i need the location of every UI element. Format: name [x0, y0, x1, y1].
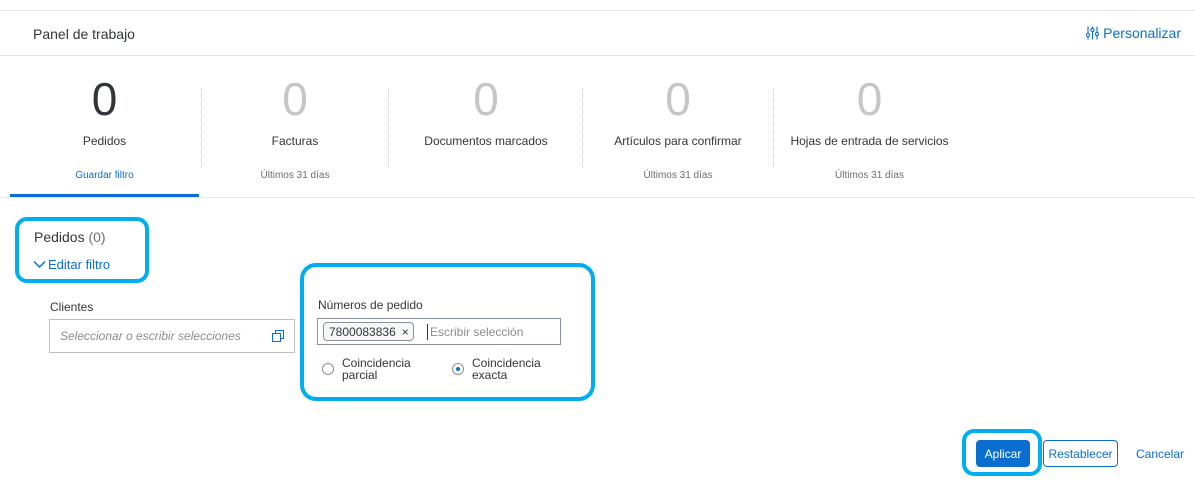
orders-label: Números de pedido: [318, 298, 423, 312]
order-token-value: 7800083836: [329, 325, 396, 339]
radio-exact-match[interactable]: Coincidencia exacta: [452, 357, 542, 381]
tile-label: Pedidos: [82, 134, 127, 148]
tile-label: Facturas: [271, 134, 319, 148]
tile-label: Artículos para confirmar: [614, 134, 742, 148]
section-title-text: Pedidos: [34, 229, 85, 245]
apply-button[interactable]: Aplicar: [976, 440, 1030, 467]
personalize-link[interactable]: Personalizar: [1086, 25, 1181, 41]
token-remove-icon[interactable]: ×: [402, 325, 409, 340]
tile-count: 0: [665, 73, 691, 125]
tile-pedidos[interactable]: 0 Pedidos Guardar filtro: [10, 56, 199, 197]
radio-circle[interactable]: [322, 363, 334, 375]
save-filter-link[interactable]: Guardar filtro: [10, 170, 199, 181]
clients-input[interactable]: Seleccionar o escribir selecciones: [49, 319, 295, 353]
radio-exact-label: Coincidencia exacta: [472, 356, 541, 382]
header: Panel de trabajo Personalizar: [0, 11, 1195, 55]
radio-circle-selected[interactable]: [452, 363, 464, 375]
tile-hojas-de-entrada-de-servicios[interactable]: 0 Hojas de entrada de servicios Últimos …: [774, 56, 965, 197]
orders-input[interactable]: 7800083836 × Escribir selección: [317, 318, 561, 345]
tile-period: Últimos 31 días: [260, 170, 330, 181]
order-token[interactable]: 7800083836 ×: [323, 322, 414, 341]
personalize-label: Personalizar: [1103, 25, 1181, 41]
clients-label: Clientes: [50, 300, 94, 314]
edit-filter-toggle[interactable]: Editar filtro: [33, 257, 110, 272]
section-title: Pedidos (0): [34, 229, 106, 245]
tiles-divider: [0, 197, 1195, 198]
tile-label: Hojas de entrada de servicios: [790, 134, 949, 148]
tile-label: Documentos marcados: [424, 134, 548, 148]
page-title: Panel de trabajo: [33, 26, 135, 42]
radio-partial-label: Coincidencia parcial: [342, 356, 411, 382]
tile-count: 0: [91, 73, 118, 125]
edit-filter-label: Editar filtro: [48, 257, 111, 272]
value-help-icon[interactable]: [272, 330, 284, 342]
tile-documentos-marcados[interactable]: 0 Documentos marcados: [389, 56, 583, 197]
highlight-box-section: [15, 217, 149, 283]
tile-facturas[interactable]: 0 Facturas Últimos 31 días: [202, 56, 388, 197]
radio-partial-match[interactable]: Coincidencia parcial: [322, 357, 412, 381]
personalize-icon: [1086, 26, 1100, 40]
tile-period: Últimos 31 días: [643, 170, 713, 181]
tile-bar: 0 Pedidos Guardar filtro 0 Facturas Últi…: [10, 56, 1195, 197]
tile-count: 0: [282, 73, 308, 125]
text-cursor: [427, 324, 428, 340]
reset-button[interactable]: Restablecer: [1043, 440, 1118, 467]
cancel-button[interactable]: Cancelar: [1131, 440, 1189, 467]
chevron-down-icon: [33, 260, 46, 269]
tile-period: Últimos 31 días: [835, 170, 904, 181]
tile-count: 0: [856, 73, 883, 125]
tile-articulos-para-confirmar[interactable]: 0 Artículos para confirmar Últimos 31 dí…: [583, 56, 773, 197]
tile-count: 0: [473, 73, 499, 125]
clients-placeholder: Seleccionar o escribir selecciones: [60, 329, 241, 343]
section-count: (0): [88, 229, 106, 245]
orders-placeholder: Escribir selección: [430, 325, 524, 339]
